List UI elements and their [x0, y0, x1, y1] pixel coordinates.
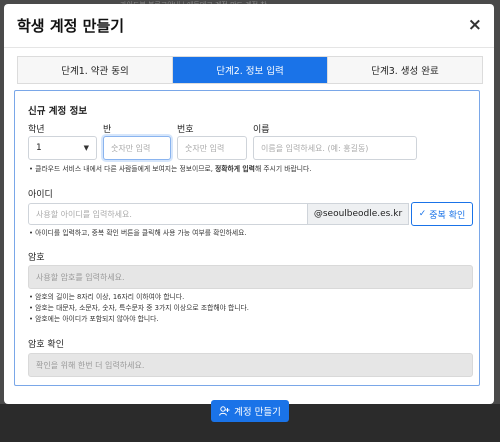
modal-title: 학생 계정 만들기	[17, 17, 125, 35]
step-2-info: 단계2. 정보 입력	[173, 57, 328, 83]
name-input[interactable]: 이름을 입력하세요. (예: 홍길동)	[253, 136, 417, 160]
modal-header: 학생 계정 만들기 ×	[4, 4, 494, 48]
chevron-down-icon: ▼	[83, 144, 89, 152]
password-rule: • 암호는 대문자, 소문자, 숫자, 특수문자 중 3가지 이상으로 조합해야…	[29, 304, 249, 312]
password-rule: • 암호에는 아이디가 포함되지 않아야 합니다.	[29, 315, 159, 323]
step-3-complete: 단계3. 생성 완료	[328, 57, 482, 83]
id-label: 아이디	[28, 190, 53, 200]
grade-select[interactable]: 1 ▼	[28, 136, 97, 160]
account-info-hint: • 클라우드 서비스 내에서 다른 사람들에게 보여지는 정보이므로, 정확하게…	[29, 165, 312, 173]
class-label: 반	[103, 125, 112, 135]
step-1-terms: 단계1. 약관 동의	[18, 57, 173, 83]
password-input[interactable]: 사용할 암호를 입력하세요.	[28, 265, 473, 289]
password-confirm-input[interactable]: 확인을 위해 한번 더 입력하세요.	[28, 353, 473, 377]
step-indicator: 단계1. 약관 동의 단계2. 정보 입력 단계3. 생성 완료	[17, 56, 483, 84]
password-label: 암호	[28, 253, 45, 263]
create-account-label: 계정 만들기	[234, 407, 281, 418]
grade-label: 학년	[28, 125, 45, 135]
email-domain-addon: @seoulbeodle.es.kr	[308, 203, 409, 225]
duplicate-check-label: 중복 확인	[429, 210, 466, 221]
check-icon: ✓	[418, 209, 427, 219]
password-rule: • 암호의 길이는 8자리 이상, 16자리 이하여야 합니다.	[29, 293, 185, 301]
number-input[interactable]: 숫자만 입력	[177, 136, 247, 160]
account-form: 신규 계정 정보 학년 반 번호 이름 1 ▼ 숫자만 입력 숫자만 입력 이름…	[14, 90, 480, 386]
duplicate-check-button[interactable]: ✓ 중복 확인	[411, 202, 473, 226]
add-user-icon	[219, 406, 230, 416]
create-account-button[interactable]: 계정 만들기	[211, 400, 289, 422]
grade-value: 1	[36, 143, 42, 153]
password-confirm-label: 암호 확인	[28, 340, 64, 350]
class-input[interactable]: 숫자만 입력	[103, 136, 171, 160]
name-label: 이름	[253, 125, 270, 135]
id-input[interactable]: 사용할 아이디를 입력하세요.	[28, 203, 308, 225]
number-label: 번호	[177, 125, 194, 135]
close-icon[interactable]: ×	[468, 17, 482, 34]
id-hint: • 아이디를 입력하고, 중복 확인 버튼을 클릭해 사용 가능 여부를 확인하…	[29, 229, 247, 237]
new-account-section-title: 신규 계정 정보	[28, 106, 88, 117]
